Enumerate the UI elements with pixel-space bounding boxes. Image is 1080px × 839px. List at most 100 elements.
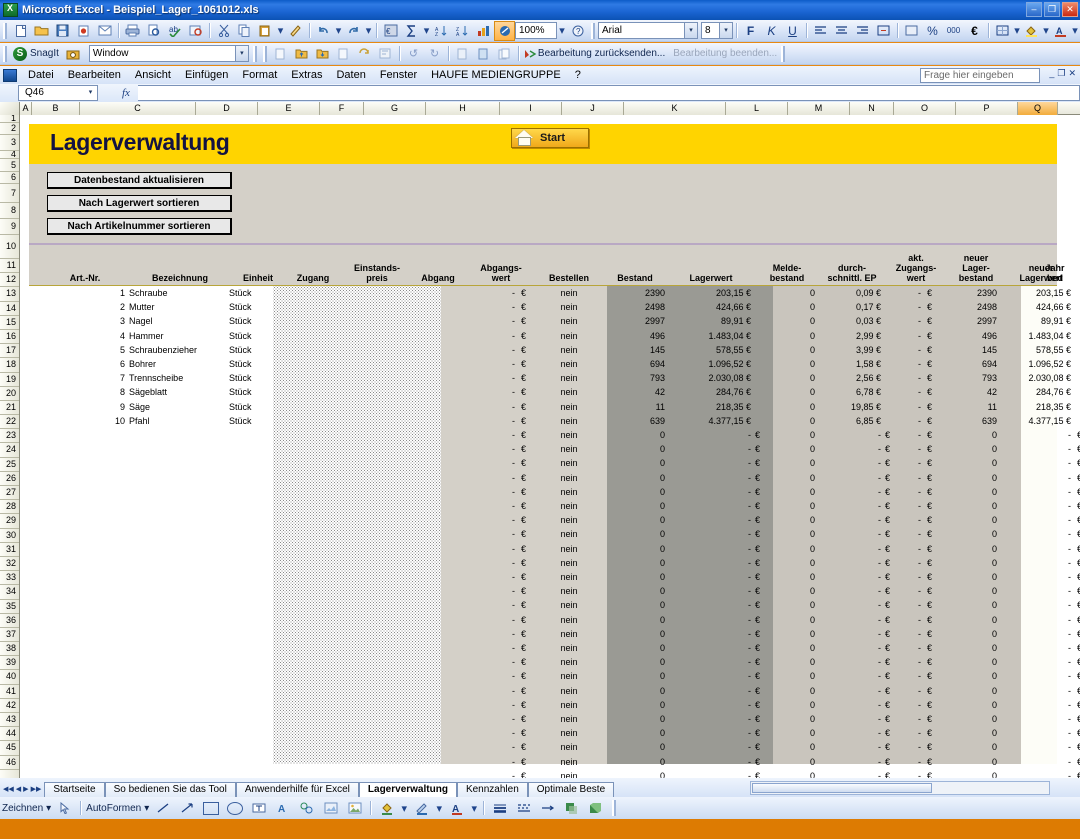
column-header-c[interactable]: C [80,102,196,115]
cell-melde[interactable]: 0 [759,513,815,527]
cell-dschnitt[interactable]: 1,58 € [819,357,881,371]
table-row[interactable]: 9SägeStück-€nein11218,35 €019,85 €-€1121… [29,400,1057,414]
menu-einfuegen[interactable]: Einfügen [178,68,235,82]
cell-neulagerwert[interactable]: - [1001,456,1071,470]
table-row[interactable]: 1SchraubeStück-€nein2390203,15 €00,09 €-… [29,286,1057,300]
cell-abgwert_cur[interactable]: € [521,499,533,513]
redo-snagit-icon[interactable]: ↻ [424,44,445,64]
cell-neulagerwert[interactable]: - [1001,471,1071,485]
cell-abgwert[interactable]: - [465,598,515,612]
cell-lagerwert[interactable]: 203,15 € [673,286,751,300]
cell-neubestand[interactable]: 0 [935,712,997,726]
cell-neulagerwert[interactable]: 424,66 € [1001,300,1071,314]
cell-abgwert_cur[interactable]: € [521,641,533,655]
table-row[interactable]: -€nein0-€0-€-€0-€ [29,669,1057,683]
3d-style-icon[interactable] [585,798,606,818]
arrow-style-icon[interactable] [537,798,558,818]
cell-melde[interactable]: 0 [759,740,815,754]
table-row[interactable]: -€nein0-€0-€-€0-€ [29,428,1057,442]
cell-melde[interactable]: 0 [759,698,815,712]
cell-abgwert_cur[interactable]: € [521,598,533,612]
row-header-22[interactable]: 22 [0,415,19,429]
autoshapes-menu-button[interactable]: AutoFormen [86,803,141,814]
cell-bestand[interactable]: 2498 [601,300,665,314]
cell-bestand[interactable]: 0 [601,513,665,527]
cell-abgwert_cur[interactable]: € [521,428,533,442]
cell-dschnitt[interactable]: - [819,627,881,641]
cell-zugdash[interactable]: - [875,357,921,371]
cell-bestand[interactable]: 0 [601,527,665,541]
cell-zugdash[interactable]: - [875,641,921,655]
row-header-4[interactable]: 4 [0,151,19,159]
select-objects-icon[interactable] [54,798,75,818]
cell-abgwert_cur[interactable]: € [521,371,533,385]
row-header-3[interactable]: 3 [0,135,19,151]
cell-dschnitt[interactable]: - [819,527,881,541]
cell-zugdash[interactable]: - [875,286,921,300]
cell-abgwert[interactable]: - [465,570,515,584]
column-header-q[interactable]: Q [1018,102,1058,115]
row-header-38[interactable]: 38 [0,642,19,656]
cell-zugdash[interactable]: - [875,684,921,698]
cell-melde[interactable]: 0 [759,712,815,726]
cell-abgwert[interactable]: - [465,613,515,627]
cell-bestand[interactable]: 2997 [601,314,665,328]
table-row[interactable]: -€nein0-€0-€-€0-€ [29,485,1057,499]
textbox-icon[interactable] [248,798,269,818]
cell-neulagerwert[interactable]: 4.377,15 € [1001,414,1071,428]
cell-einheit[interactable]: Stück [229,329,275,343]
cell-melde[interactable]: 0 [759,570,815,584]
cell-dschnitt[interactable]: - [819,442,881,456]
cell-zugdash[interactable]: - [875,456,921,470]
cell-zugdash[interactable]: - [875,485,921,499]
cell-bestellen[interactable]: nein [541,527,597,541]
font-size-box[interactable]: 8 ▾ [701,22,733,39]
table-row[interactable]: -€nein0-€0-€-€0-€ [29,556,1057,570]
undo-icon[interactable] [313,21,334,41]
workflow-icon[interactable] [375,44,396,64]
formula-input[interactable] [138,85,1080,101]
cell-lagerwert[interactable]: - [673,655,751,669]
cell-neubestand[interactable]: 0 [935,755,997,769]
print-preview-icon[interactable] [143,21,164,41]
borders-dropdown-icon[interactable]: ▾ [1013,21,1021,41]
cell-neulagerwert[interactable]: - [1001,740,1071,754]
menu-extras[interactable]: Extras [284,68,329,82]
folder-up-icon[interactable] [291,44,312,64]
cell-nr[interactable]: 2 [53,300,125,314]
table-row[interactable]: -€nein0-€0-€-€0-€ [29,698,1057,712]
cell-lagerwert[interactable]: - [673,584,751,598]
draw-menu-arrow-icon[interactable]: ▾ [46,803,51,814]
cell-bestellen[interactable]: nein [541,385,597,399]
cell-abgwert_cur[interactable]: € [521,343,533,357]
sheet-tab-so-bedienen-sie-das-tool[interactable]: So bedienen Sie das Tool [105,782,236,797]
cell-nr[interactable]: 10 [53,414,125,428]
cell-neubestand[interactable]: 0 [935,428,997,442]
cell-zugdash[interactable]: - [875,698,921,712]
align-left-icon[interactable] [810,21,831,41]
column-header-p[interactable]: P [956,102,1018,115]
cell-abgwert_cur[interactable]: € [521,684,533,698]
cell-neubestand[interactable]: 0 [935,726,997,740]
cell-abgwert_cur[interactable]: € [521,584,533,598]
menu-daten[interactable]: Daten [329,68,372,82]
table-row[interactable]: -€nein0-€0-€-€0-€ [29,755,1057,769]
cell-dschnitt[interactable]: - [819,726,881,740]
row-header-1[interactable]: 1 [0,115,19,123]
checkin-icon[interactable] [473,44,494,64]
row-header-11[interactable]: 11 [0,259,19,273]
font-color-draw-arrow-icon[interactable]: ▾ [470,798,478,818]
new-icon[interactable] [10,21,31,41]
spelling-icon[interactable]: ab [164,21,185,41]
cell-neulagerwert[interactable]: - [1001,442,1071,456]
cell-bestand[interactable]: 0 [601,613,665,627]
snagit-mode-combo[interactable]: Window ▾ [89,45,249,62]
cell-neubestand[interactable]: 0 [935,598,997,612]
cell-zugdash[interactable]: - [875,570,921,584]
sort-desc-icon[interactable]: ZA [452,21,473,41]
cell-melde[interactable]: 0 [759,286,815,300]
row-header-34[interactable]: 34 [0,585,19,599]
cell-melde[interactable]: 0 [759,556,815,570]
cell-lagerwert[interactable]: 578,55 € [673,343,751,357]
table-row[interactable]: -€nein0-€0-€-€0-€ [29,613,1057,627]
